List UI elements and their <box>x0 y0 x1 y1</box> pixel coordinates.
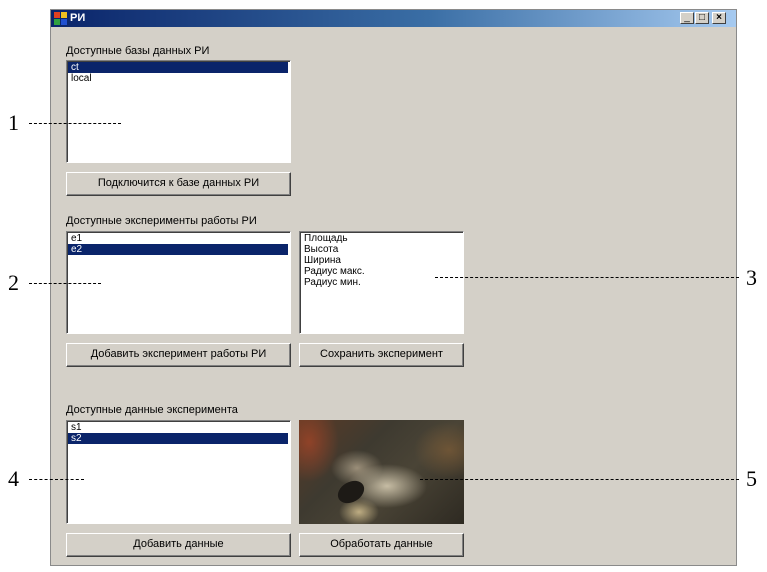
callout-5-line <box>420 479 739 480</box>
parameter-list-item[interactable]: Высота <box>301 244 461 255</box>
callout-5-number: 5 <box>746 466 757 491</box>
add-data-button[interactable]: Добавить данные <box>66 533 291 557</box>
callout-1-line <box>29 123 121 124</box>
data-list-item[interactable]: s2 <box>68 433 288 444</box>
process-data-button[interactable]: Обработать данные <box>299 533 464 557</box>
parameter-list-item[interactable]: Ширина <box>301 255 461 266</box>
experiment-list-item[interactable]: e1 <box>68 233 288 244</box>
app-icon[interactable] <box>54 12 67 25</box>
databases-label: Доступные базы данных РИ <box>66 45 210 57</box>
connect-database-button[interactable]: Подключится к базе данных РИ <box>66 172 291 196</box>
experiment-data-label: Доступные данные эксперимента <box>66 404 238 416</box>
parameter-list-item[interactable]: Площадь <box>301 233 461 244</box>
experiment-list-item[interactable]: e2 <box>68 244 288 255</box>
callout-2-line <box>29 283 101 284</box>
callout-3-line <box>435 277 739 278</box>
database-list-item[interactable]: ct <box>68 62 288 73</box>
parameter-list-item[interactable]: Радиус мин. <box>301 277 461 288</box>
parameters-listbox[interactable]: Площадь Высота Ширина Радиус макс. Радиус ми… <box>299 231 464 334</box>
close-button[interactable]: × <box>712 12 726 24</box>
parameter-list-item[interactable]: Радиус макс. <box>301 266 461 277</box>
callout-4-number: 4 <box>8 466 19 491</box>
save-experiment-button[interactable]: Сохранить эксперимент <box>299 343 464 367</box>
databases-listbox[interactable]: ct local <box>66 60 291 163</box>
database-list-item[interactable]: local <box>68 73 288 84</box>
data-image-preview <box>299 420 464 524</box>
title-bar[interactable] <box>51 10 736 27</box>
maximize-button[interactable]: □ <box>695 12 709 24</box>
add-experiment-button[interactable]: Добавить эксперимент работы РИ <box>66 343 291 367</box>
callout-4-line <box>29 479 84 480</box>
data-list-item[interactable]: s1 <box>68 422 288 433</box>
experiments-label: Доступные эксперименты работы РИ <box>66 215 257 227</box>
callout-3-number: 3 <box>746 265 757 290</box>
experiment-data-listbox[interactable]: s1 s2 <box>66 420 291 524</box>
minimize-button[interactable]: _ <box>680 12 694 24</box>
callout-2-number: 2 <box>8 270 19 295</box>
callout-1-number: 1 <box>8 110 19 135</box>
window-title: РИ <box>70 12 86 24</box>
